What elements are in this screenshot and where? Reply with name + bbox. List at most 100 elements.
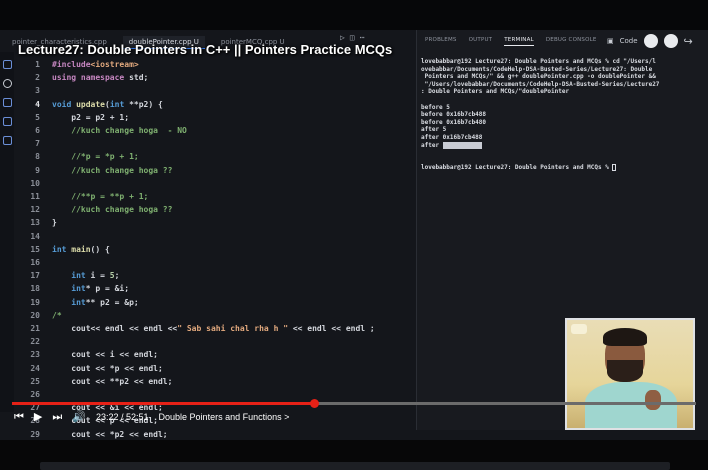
code-line[interactable]: 4 void update(int **p2) {: [16, 98, 163, 111]
code-token: cout << i << endl;: [52, 350, 158, 360]
code-token: using namespace: [52, 73, 130, 83]
code-line[interactable]: 14: [16, 230, 52, 243]
line-number: 1: [35, 60, 40, 69]
code-line[interactable]: 21 cout<< endl << endl << " Sab sahi chal…: [16, 322, 374, 335]
tab-terminal[interactable]: TERMINAL: [504, 37, 534, 46]
code-line[interactable]: 18 int * p = &i;: [16, 282, 129, 295]
run-debug-icon[interactable]: [2, 117, 12, 126]
code-token: ** p2 = &p;: [85, 297, 139, 307]
line-number: 3: [35, 86, 40, 96]
line-number: 25: [30, 376, 40, 386]
more-icon[interactable]: ⋯: [360, 33, 365, 42]
monitor-bezel-top: [0, 0, 708, 30]
monitor-stand: [40, 462, 670, 470]
code-token: //**p = **p + 1;: [52, 192, 149, 201]
code-token: " Sab sahi chal rha h ": [177, 324, 289, 333]
run-icon[interactable]: ▷: [340, 33, 345, 42]
terminal-line: before 0x16b7cb488: [421, 111, 487, 119]
code-line[interactable]: 24 cout << *p << endl;: [16, 362, 163, 375]
code-token: cout << *p << endl;: [52, 363, 163, 373]
code-line[interactable]: 19 int ** p2 = &p;: [16, 296, 139, 309]
search-icon[interactable]: [2, 79, 12, 88]
line-number: 18: [30, 284, 40, 294]
editor-tab-tools: ▷ ◫ ⋯: [340, 33, 364, 42]
code-line[interactable]: 11 //**p = **p + 1;: [16, 190, 148, 203]
terminal-line: lovebabbar@192 Lecture27: Double Pointer…: [421, 164, 705, 172]
line-number: 13: [30, 218, 40, 228]
tab-problems[interactable]: PROBLEMS: [425, 37, 457, 46]
line-number: 6: [35, 126, 40, 135]
lamp-shape: [571, 324, 587, 334]
code-token: //kuch change hoga - NO: [52, 126, 187, 135]
extensions-icon[interactable]: [2, 136, 12, 145]
code-token: std;: [129, 73, 149, 83]
terminal-icon[interactable]: ▣: [607, 37, 614, 45]
code-line[interactable]: 12 //kuch change hoga ??: [16, 203, 172, 216]
previous-icon[interactable]: ⏮: [14, 411, 24, 423]
code-token: update: [76, 99, 105, 109]
code-line[interactable]: 16: [16, 256, 52, 269]
code-line[interactable]: 20 /*: [16, 309, 61, 322]
code-token: p2 = p2 + 1;: [52, 112, 130, 122]
line-number: 16: [30, 258, 40, 267]
explorer-icon[interactable]: [2, 60, 12, 69]
presenter-hair: [603, 328, 647, 346]
presenter-body: [585, 382, 677, 428]
clock-icon[interactable]: [663, 34, 678, 48]
selection-highlight: 0x16b7cb480: [442, 141, 483, 149]
share-icon[interactable]: ↪: [684, 35, 693, 48]
volume-icon[interactable]: 🔊: [72, 411, 86, 423]
code-token: }: [52, 218, 57, 228]
code-line[interactable]: 5 p2 = p2 + 1;: [16, 111, 129, 124]
code-token: i =: [90, 271, 110, 281]
code-editor[interactable]: 1 #include <iostream> 2 using namespace std;…: [16, 58, 416, 439]
chapter-title[interactable]: Double Pointers and Functions >: [159, 412, 290, 422]
play-icon[interactable]: ▶: [34, 411, 42, 423]
line-number: 11: [30, 192, 40, 201]
terminal-output[interactable]: lovebabbar@192 Lecture27: Double Pointer…: [421, 58, 705, 172]
source-control-icon[interactable]: [2, 98, 12, 107]
split-editor-icon[interactable]: ◫: [350, 33, 355, 42]
line-number: 14: [30, 231, 40, 241]
terminal-line: before 0x16b7cb480: [421, 118, 487, 126]
code-line[interactable]: 13}: [16, 216, 57, 229]
next-icon[interactable]: ⏭: [52, 411, 62, 423]
code-line[interactable]: 22: [16, 335, 52, 348]
monitor-bezel-bottom: [0, 440, 708, 470]
code-line[interactable]: 2 using namespace std;: [16, 71, 148, 84]
code-line[interactable]: 7: [16, 137, 52, 150]
code-line[interactable]: 15 int main() {: [16, 243, 109, 256]
add-terminal-icon[interactable]: [643, 34, 658, 48]
code-token: #include: [52, 60, 91, 69]
code-line[interactable]: 9 //kuch change hoga ??: [16, 164, 172, 177]
terminal-line: ovebabbar/Documents/CodeHelp-DSA-Busted-…: [421, 65, 653, 73]
terminal-line: before 5: [421, 103, 450, 111]
presenter-hand: [645, 390, 661, 410]
code-line[interactable]: 23 cout << i << endl;: [16, 348, 158, 361]
video-progress-knob[interactable]: [309, 399, 319, 408]
code-line[interactable]: 17 int i = 5;: [16, 269, 119, 282]
line-number: 7: [35, 139, 40, 149]
code-line[interactable]: 29 cout << *p2 << endl;: [16, 428, 167, 440]
line-number: 24: [30, 363, 40, 373]
tab-debug-console[interactable]: DEBUG CONSOLE: [546, 37, 597, 46]
video-progress-fill: [12, 402, 315, 405]
code-line[interactable]: 26: [16, 388, 52, 401]
code-line[interactable]: 1 #include <iostream>: [16, 58, 139, 71]
code-token: int: [52, 271, 91, 281]
code-token: * p = &i;: [85, 284, 130, 294]
tab-output[interactable]: OUTPUT: [469, 37, 493, 46]
code-line[interactable]: 6 //kuch change hoga - NO: [16, 124, 187, 137]
code-line[interactable]: 8 //*p = *p + 1;: [16, 150, 139, 163]
video-progress-bar[interactable]: [12, 399, 696, 408]
line-number: 15: [30, 244, 40, 254]
code-line[interactable]: 25 cout << **p2 << endl;: [16, 375, 172, 388]
panel-tools: ▣ Code ↪: [607, 34, 693, 48]
video-title[interactable]: Lecture27: Double Pointers in C++ || Poi…: [18, 42, 392, 57]
terminal-line: after 0x16b7cb488: [421, 133, 483, 141]
line-number: 29: [30, 429, 40, 439]
code-line[interactable]: 3: [16, 84, 52, 97]
code-token: void: [52, 99, 77, 109]
code-line[interactable]: 10: [16, 177, 52, 190]
